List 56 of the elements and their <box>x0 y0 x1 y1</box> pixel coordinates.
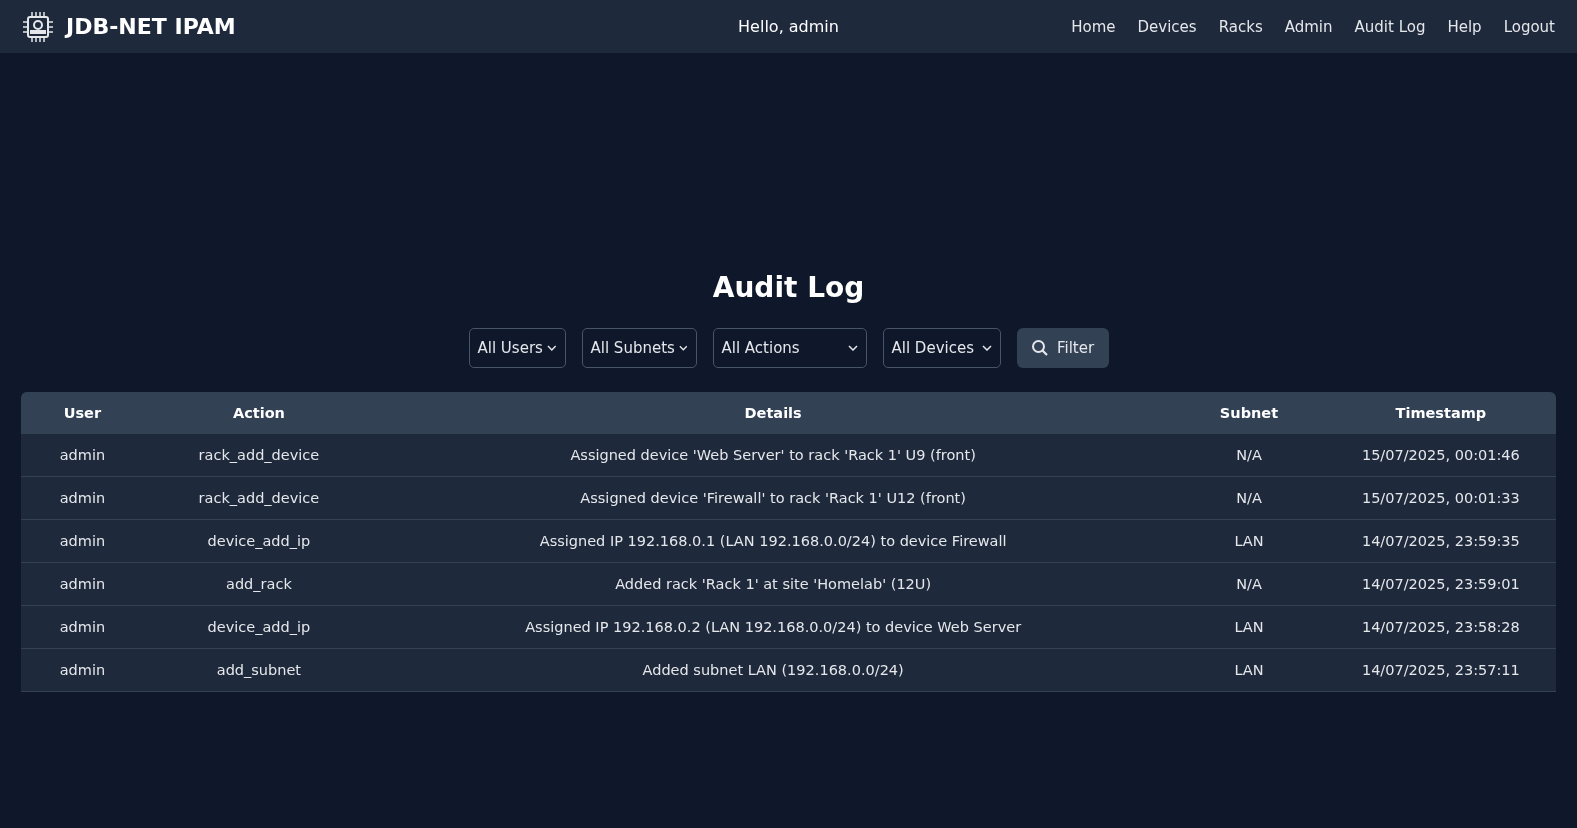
filter-button[interactable]: Filter <box>1016 328 1109 368</box>
table-cell: admin <box>59 662 106 678</box>
table-cell: Added rack 'Rack 1' at site 'Homelab' (12U) <box>615 576 932 592</box>
table-cell: device_add_ip <box>207 533 311 549</box>
greeting: Hello, admin <box>738 17 839 36</box>
nav-link[interactable]: Logout <box>1503 17 1555 36</box>
filter-dropdown[interactable]: All Subnets <box>581 328 697 368</box>
table-cell: rack_add_device <box>198 447 320 463</box>
table-cell: 14/07/2025, 23:59:35 <box>1361 533 1520 549</box>
table-cell: add_rack <box>226 576 292 592</box>
table-cell: add_subnet <box>216 662 302 678</box>
table-cell: device_add_ip <box>207 619 311 635</box>
table-cell: admin <box>59 533 106 549</box>
table-cell: admin <box>59 576 106 592</box>
nav-link[interactable]: Audit Log <box>1354 17 1426 36</box>
table-cell: 15/07/2025, 00:01:33 <box>1361 490 1520 506</box>
table-cell: Added subnet LAN (192.168.0.0/24) <box>642 662 904 678</box>
filter-dropdown[interactable]: All Users <box>468 328 566 368</box>
column-header: User <box>63 405 102 421</box>
chevron-down-icon <box>678 345 688 351</box>
nav-link[interactable]: Devices <box>1137 17 1197 36</box>
table-cell: 14/07/2025, 23:57:11 <box>1361 662 1520 678</box>
table-cell: Assigned IP 192.168.0.2 (LAN 192.168.0.0/24) to device Web Server <box>525 619 1022 635</box>
table-cell: N/A <box>1236 447 1262 463</box>
column-header: Timestamp <box>1395 405 1487 421</box>
table-cell: LAN <box>1234 533 1264 549</box>
table-cell: N/A <box>1236 576 1262 592</box>
table-cell: Assigned IP 192.168.0.1 (LAN 192.168.0.0/24) to device Firewall <box>539 533 1007 549</box>
table-cell: admin <box>59 619 106 635</box>
search-icon <box>1030 339 1049 357</box>
chip-icon <box>22 10 54 43</box>
chevron-down-icon <box>546 345 557 351</box>
column-header: Action <box>232 405 285 421</box>
chevron-down-icon <box>981 345 992 351</box>
nav-link[interactable]: Racks <box>1218 17 1263 36</box>
table-cell: 14/07/2025, 23:59:01 <box>1361 576 1520 592</box>
nav-link[interactable]: Home <box>1071 17 1116 36</box>
table-cell: 14/07/2025, 23:58:28 <box>1361 619 1520 635</box>
table-cell: N/A <box>1236 490 1262 506</box>
table-cell: LAN <box>1234 619 1264 635</box>
filter-dropdown[interactable]: All Actions <box>712 328 867 368</box>
nav-link[interactable]: Admin <box>1284 17 1333 36</box>
column-header: Subnet <box>1219 405 1279 421</box>
table-cell: Assigned device 'Web Server' to rack 'Rack 1' U9 (front) <box>570 447 976 463</box>
page-title: Audit Log <box>711 270 866 306</box>
app-title: JDB-NET IPAM <box>66 14 236 39</box>
table-cell: admin <box>59 490 106 506</box>
table-cell: Assigned device 'Firewall' to rack 'Rack 1' U12 (front) <box>580 490 966 506</box>
chevron-down-icon <box>847 345 858 351</box>
table-cell: rack_add_device <box>198 490 320 506</box>
nav-link[interactable]: Help <box>1447 17 1482 36</box>
table-cell: 15/07/2025, 00:01:46 <box>1361 447 1520 463</box>
filter-dropdown[interactable]: All Devices <box>882 328 1001 368</box>
table-cell: admin <box>59 447 106 463</box>
column-header: Details <box>744 405 802 421</box>
table-cell: LAN <box>1234 662 1264 678</box>
